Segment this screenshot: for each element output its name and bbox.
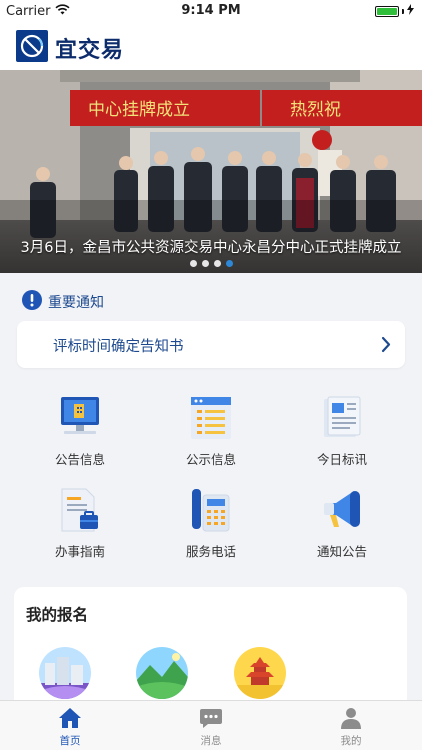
carousel-dot[interactable] — [213, 260, 221, 267]
newspaper-icon — [272, 395, 412, 441]
alert-icon — [22, 290, 42, 314]
guide-document-icon — [10, 487, 150, 533]
banner-carousel[interactable]: 中心挂牌成立 热烈祝 3月6日，金昌市公共资源交易中心永昌分中心正式挂牌成立 — [0, 70, 422, 273]
message-icon — [171, 707, 251, 729]
feature-label: 公示信息 — [185, 452, 236, 467]
tab-messages[interactable]: 消息 — [171, 707, 251, 748]
signup-thumbnail-city[interactable] — [39, 647, 91, 699]
home-icon — [30, 707, 110, 729]
feature-label: 今日标讯 — [316, 452, 367, 467]
status-time: 9:14 PM — [181, 3, 241, 18]
battery-level — [377, 8, 397, 15]
signup-thumbnail-pagoda[interactable] — [234, 647, 286, 699]
megaphone-icon — [272, 487, 412, 533]
tab-label: 消息 — [200, 735, 222, 747]
feature-label: 办事指南 — [54, 544, 105, 559]
my-signup-card: 我的报名 — [14, 587, 407, 717]
feature-notice-button[interactable]: 通知公告 — [272, 487, 412, 560]
feature-announcement-button[interactable]: 公告信息 — [10, 395, 150, 468]
tab-home[interactable]: 首页 — [30, 707, 110, 748]
tab-profile[interactable]: 我的 — [311, 707, 391, 748]
feature-today-bids-button[interactable]: 今日标讯 — [272, 395, 412, 468]
list-board-icon — [141, 395, 281, 441]
feature-label: 公告信息 — [54, 452, 105, 467]
app-logo-icon — [16, 30, 48, 62]
carousel-dot[interactable] — [189, 260, 197, 267]
status-right — [375, 4, 414, 19]
telephone-icon — [141, 487, 281, 533]
notice-section-header: 重要通知 — [22, 290, 104, 314]
feature-guide-button[interactable]: 办事指南 — [10, 487, 150, 560]
banner-sign-left: 中心挂牌成立 — [88, 100, 190, 120]
notice-section-title: 重要通知 — [48, 295, 104, 311]
app-name: 宜交易 — [55, 37, 125, 63]
charging-bolt-icon — [407, 4, 414, 19]
status-bar: Carrier 9:14 PM — [0, 0, 422, 22]
banner-sign-right: 热烈祝 — [290, 100, 341, 120]
banner-caption: 3月6日，金昌市公共资源交易中心永昌分中心正式挂牌成立 — [20, 240, 402, 256]
notice-item-text: 评标时间确定告知书 — [53, 339, 184, 355]
tab-label: 我的 — [340, 735, 362, 747]
profile-icon — [311, 707, 391, 729]
chevron-right-icon — [381, 336, 391, 357]
feature-label: 通知公告 — [316, 544, 367, 559]
carousel-dot-active[interactable] — [225, 260, 233, 267]
battery-icon — [375, 6, 399, 17]
carousel-dot[interactable] — [201, 260, 209, 267]
battery-cap — [402, 9, 404, 14]
notice-item[interactable]: 评标时间确定告知书 — [17, 321, 405, 368]
tab-label: 首页 — [59, 735, 81, 747]
carousel-indicator[interactable] — [0, 260, 422, 267]
my-signup-title: 我的报名 — [26, 606, 89, 624]
bottom-tab-bar: 首页 消息 我的 — [0, 700, 422, 750]
feature-publicity-button[interactable]: 公示信息 — [141, 395, 281, 468]
feature-service-phone-button[interactable]: 服务电话 — [141, 487, 281, 560]
feature-label: 服务电话 — [185, 544, 236, 559]
signup-thumbnail-landscape[interactable] — [136, 647, 188, 699]
monitor-icon — [10, 395, 150, 441]
app-header: 宜交易 — [0, 22, 422, 70]
